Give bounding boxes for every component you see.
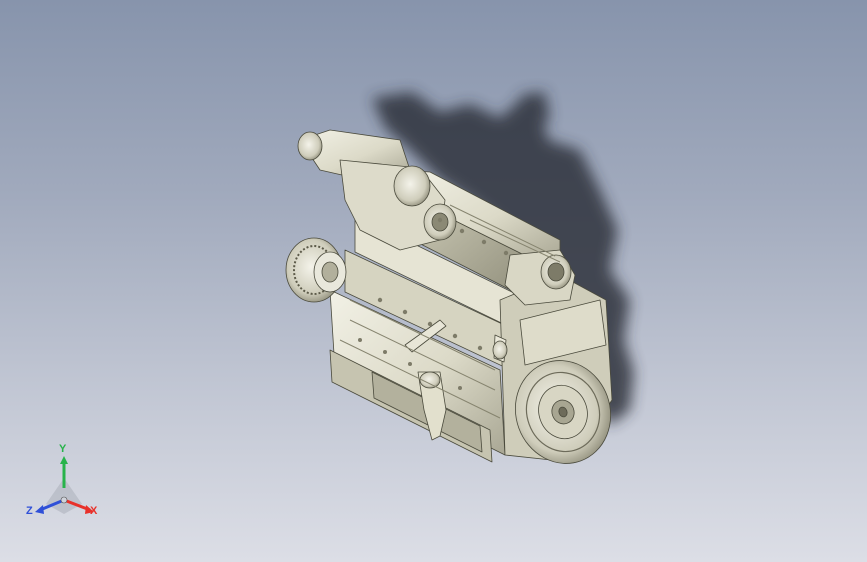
x-axis-label: X [90,505,98,517]
graphics-viewport[interactable]: Y X Z [0,0,867,562]
engine-model[interactable] [0,0,867,562]
alternator [285,237,347,303]
z-axis-arrow [35,505,44,514]
view-orientation-triad[interactable]: Y X Z [24,444,106,528]
z-axis-label: Z [26,505,33,517]
y-axis-label: Y [59,443,67,455]
y-axis-arrow [60,456,68,464]
